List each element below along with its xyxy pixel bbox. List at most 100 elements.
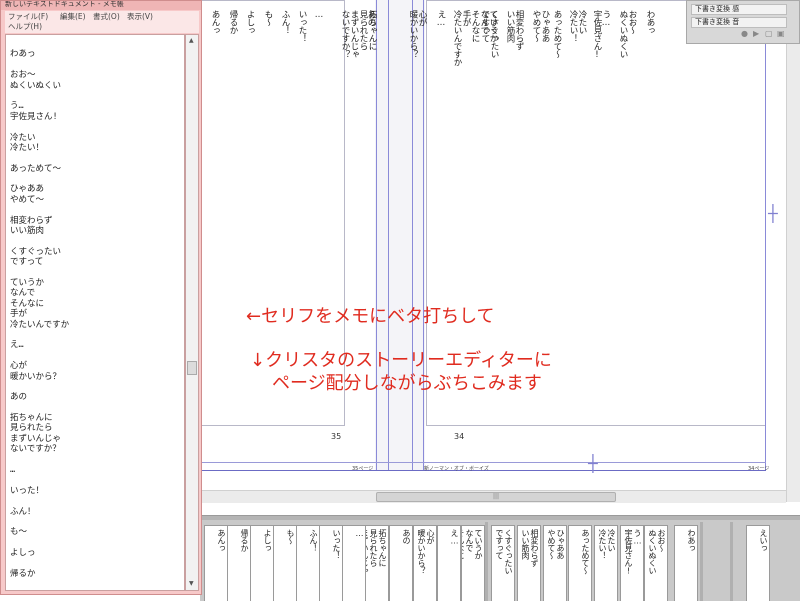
story-card[interactable]: 相変わらず いい筋肉 (517, 525, 541, 601)
memo-line (10, 39, 184, 49)
menu-file[interactable]: ファイル(F) (8, 12, 48, 22)
menu-view[interactable]: 表示(V) (127, 12, 153, 22)
page-text-column[interactable]: も～ (263, 10, 273, 26)
memo-line: あんっ (10, 590, 184, 591)
page-separator (485, 522, 488, 601)
story-card[interactable]: 帰るか (227, 525, 251, 601)
memo-line: ていうか (10, 277, 45, 288)
scrollbar-thumb[interactable]: ||| (376, 492, 616, 502)
story-card[interactable]: 心が 暖かいから？ (413, 525, 437, 601)
page-text-column[interactable]: 帰るか (228, 10, 238, 34)
story-card-text: くすぐったい ですって (495, 529, 513, 574)
play-icon[interactable]: ▶ (753, 30, 761, 38)
menu-edit[interactable]: 編集(E) (60, 12, 86, 22)
annotation-text: ページ配分しながらぶちこみます (272, 373, 542, 394)
story-card[interactable]: えいっ (746, 525, 770, 601)
story-card[interactable]: 拓ちゃんに 見られたら まずいんじゃ ないですか？ (365, 525, 389, 601)
memo-line (10, 268, 184, 278)
layer-row[interactable]: 下書き変換 感 (691, 4, 787, 15)
page-text-column[interactable]: ひゃああ やめて～ (531, 10, 550, 42)
page-text-column[interactable]: え… (436, 10, 446, 28)
page-text-column[interactable]: ふん！ (280, 10, 290, 34)
story-card[interactable]: よしっ (250, 525, 274, 601)
memo-title[interactable]: 新しいテキストドキュメント - メモ帳 (1, 1, 201, 10)
memo-scrollbar[interactable]: ▲ ▼ (185, 34, 199, 591)
story-card[interactable]: あっためて～ (568, 525, 592, 601)
trash-icon[interactable]: ▣ (777, 30, 785, 38)
story-card-text: え… (450, 529, 459, 545)
story-card[interactable]: う… 宇佐見さん! (620, 525, 644, 601)
memo-line (10, 60, 184, 70)
memo-line: 相変わらず (10, 215, 53, 226)
story-card[interactable]: ひゃああ やめて～ (543, 525, 567, 601)
page-number: 35 (331, 432, 342, 441)
copy-icon[interactable]: ▢ (765, 30, 773, 38)
story-card[interactable]: あの (389, 525, 413, 601)
story-card[interactable]: おお～ ぬくいぬくい (644, 525, 668, 601)
guide-line (200, 462, 766, 463)
layer-row[interactable]: 下書き変換 音 (691, 17, 787, 28)
story-card-text: おお～ ぬくいぬくい (648, 529, 666, 574)
page-text-column[interactable]: わあっ (645, 10, 655, 34)
menu-format[interactable]: 書式(O) (93, 12, 120, 22)
story-card[interactable]: ふん！ (296, 525, 320, 601)
canvas-horizontal-scrollbar[interactable]: ||| (200, 490, 786, 503)
record-icon[interactable]: ● (741, 30, 749, 38)
memo-line: う… (10, 101, 24, 112)
canvas-vertical-scrollbar[interactable] (786, 0, 800, 502)
story-editor-header (200, 516, 800, 520)
memo-line (10, 455, 184, 465)
memo-line (10, 153, 184, 163)
page-text-column[interactable]: 拓ちゃんに 見られたら まずいんじゃ ないですか？ (340, 10, 377, 58)
page-text-column[interactable]: あんっ (210, 10, 220, 34)
memo-text-area[interactable]: わあっ おお～ ぬくいぬくい う… 宇佐見さん! 冷たい 冷たい！ あっためて～ ひゃああ やめて… (5, 34, 185, 591)
memo-line: 拓ちゃんに (10, 413, 53, 424)
menu-help[interactable]: ヘルプ(H) (8, 22, 42, 32)
scroll-up-icon[interactable]: ▲ (189, 37, 194, 44)
page-separator (700, 522, 703, 601)
page-text-column[interactable]: う… 宇佐見さん! (592, 10, 611, 60)
memo-line: 心が (10, 361, 28, 372)
guide-line (423, 0, 424, 470)
page-text-column[interactable]: よしっ (245, 10, 255, 34)
scrollbar-thumb[interactable] (187, 361, 197, 375)
annotation-text: ↓クリスタのストーリーエディターに (250, 350, 552, 371)
story-card[interactable]: ていうか なんで そんなに 手が 冷たいんですか (461, 525, 485, 601)
story-card[interactable]: いった！ (319, 525, 343, 601)
story-card[interactable]: 冷たい 冷たい！ (594, 525, 618, 601)
memo-line: も～ (10, 527, 28, 538)
memo-line: 見られたら (10, 423, 53, 434)
story-card[interactable]: わあっ (674, 525, 698, 601)
story-card[interactable]: も～ (273, 525, 297, 601)
page-text-column[interactable]: おお～ ぬくいぬくい (618, 10, 637, 58)
story-card-text: えいっ (759, 529, 768, 552)
memo-line: あの (10, 392, 28, 403)
story-card-text: いった！ (332, 529, 341, 559)
story-card[interactable]: あんっ (204, 525, 228, 601)
page-text-column[interactable]: 冷たい 冷たい！ (568, 10, 587, 42)
story-card[interactable]: え… (437, 525, 461, 601)
memo-line: あっためて～ (10, 163, 62, 174)
page-text-column[interactable]: 心が 暖かいから？ (408, 10, 427, 58)
page-text-column[interactable]: あっためて～ (552, 10, 562, 58)
page-text-column[interactable]: 相変わらず いい筋肉 (505, 10, 524, 50)
scroll-down-icon[interactable]: ▼ (189, 580, 194, 587)
page-number: 34 (454, 432, 465, 441)
memo-line: ぬくいぬくい (10, 80, 62, 91)
page-text-column[interactable]: … (314, 10, 324, 20)
page-text-column[interactable]: ていうか なんで そんなに 手が 冷たいんですか (452, 10, 498, 66)
memo-line (10, 382, 184, 392)
page-text-column[interactable]: いった！ (297, 10, 307, 42)
guide-line (412, 0, 413, 470)
memo-line (10, 205, 184, 215)
story-card-text: あっためて～ (581, 529, 590, 574)
memo-line (10, 122, 184, 132)
memo-line: おお～ (10, 70, 36, 81)
memo-line: やめて～ (10, 194, 45, 205)
story-card-text: も～ (286, 529, 295, 544)
story-card-text: わあっ (687, 529, 696, 552)
memo-line (10, 496, 184, 506)
story-card[interactable]: … (342, 525, 366, 601)
story-card[interactable]: くすぐったい ですって (491, 525, 515, 601)
layer-panel: 下書き変換 感 下書き変換 音 ● ▶ ▢ ▣ (686, 0, 800, 44)
